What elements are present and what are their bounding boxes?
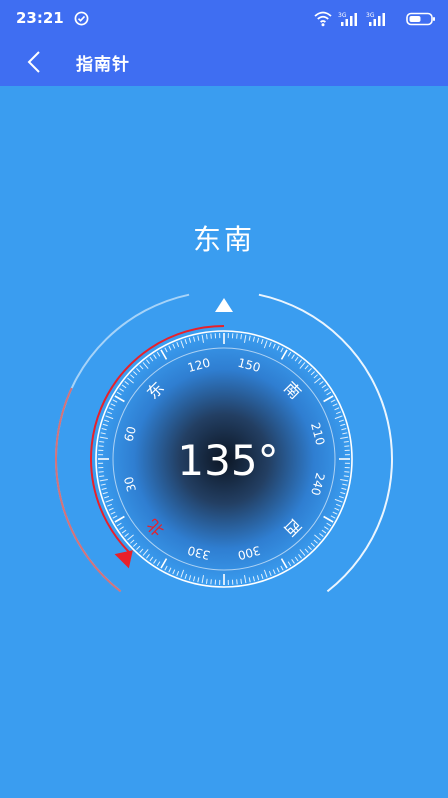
heading-degrees: 135° [177,436,278,485]
heading-indicator-icon [215,298,233,312]
tick-mark [210,333,212,339]
tick-mark [240,578,243,584]
tick-mark [344,471,350,473]
tick-mark [343,440,349,443]
tick-mark [343,475,349,478]
north-marker-icon [114,550,133,569]
tick-mark [236,333,238,339]
compass: 120 150南210240西300330北3060东 135° [55,293,393,593]
tick-mark [205,334,208,340]
tick-mark [98,445,104,447]
tick-mark [98,471,104,473]
tick-mark [99,440,105,443]
tick-mark [236,579,238,585]
tick-mark [99,475,105,478]
tick-mark [240,334,243,340]
tick-mark [344,445,350,447]
tick-mark [210,579,212,585]
tick-mark [205,578,208,584]
